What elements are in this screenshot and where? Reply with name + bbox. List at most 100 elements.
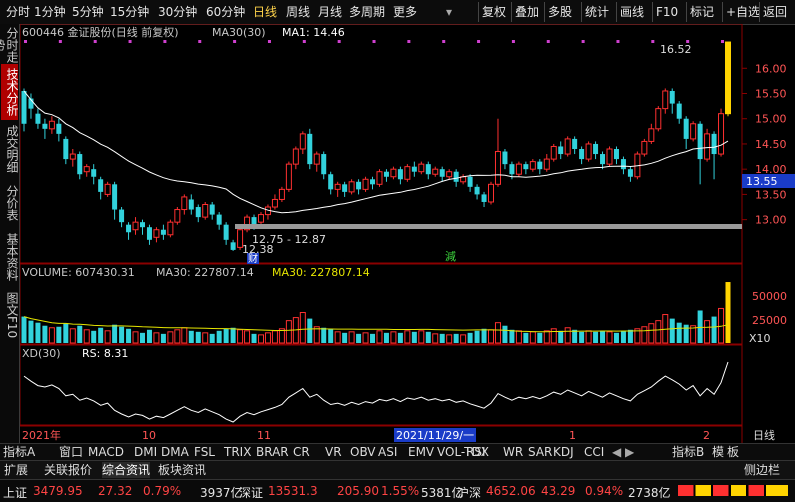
volume-bar: [98, 327, 104, 343]
indicator-sar[interactable]: SAR: [528, 445, 552, 460]
indicator-asi[interactable]: ASI: [378, 445, 397, 460]
f10-button[interactable]: F10: [656, 3, 678, 21]
volume-bar: [550, 328, 557, 344]
candle-body: [307, 133, 313, 165]
signal-dot: [511, 40, 515, 43]
tab-15min[interactable]: 15分钟: [110, 3, 149, 21]
indicator-cr[interactable]: CR: [293, 445, 310, 460]
tab-daily[interactable]: 日线: [253, 3, 277, 21]
mark-button[interactable]: 标记: [690, 3, 714, 21]
indicator-rsi[interactable]: RSI: [466, 445, 486, 460]
tab-monthly[interactable]: 月线: [318, 3, 342, 21]
indicator-a-button[interactable]: 指标A: [3, 445, 35, 460]
volume-bar: [132, 331, 139, 344]
volume-bar: [488, 329, 495, 344]
x-period[interactable]: 日线: [753, 428, 775, 442]
board-button[interactable]: 板: [727, 445, 739, 460]
toolbar-separator: [652, 2, 653, 22]
draw-line-button[interactable]: 画线: [620, 3, 644, 21]
hs-amount: 2738亿: [628, 486, 671, 500]
volume-bar: [725, 282, 731, 343]
candle-body: [537, 161, 543, 170]
indicator-dmi[interactable]: DMI: [134, 445, 157, 460]
volume-bar: [676, 322, 682, 343]
tab-more[interactable]: 更多: [393, 3, 417, 21]
volume-bar: [362, 332, 369, 344]
indicator-fsl[interactable]: FSL: [194, 445, 215, 460]
sidebar-toggle[interactable]: 侧边栏: [744, 462, 780, 478]
candle-body: [119, 209, 125, 223]
indicator-emv[interactable]: EMV: [408, 445, 434, 460]
volume-bar: [509, 329, 515, 343]
statistics-button[interactable]: 统计: [585, 3, 609, 21]
volume-bar: [537, 332, 543, 343]
candle-body: [313, 153, 320, 165]
tab-5min[interactable]: 5分钟: [72, 3, 104, 21]
indicator-b-button[interactable]: 指标B: [672, 445, 704, 460]
candle-body: [432, 168, 439, 175]
vtab-trades[interactable]: 成交明细: [1, 122, 19, 176]
candle-body: [42, 123, 48, 129]
tab-news[interactable]: 综合资讯: [102, 462, 151, 478]
candle-body: [543, 158, 550, 170]
volume-bar: [523, 332, 529, 343]
indicator-trix[interactable]: TRIX: [224, 445, 251, 460]
candle-body: [112, 184, 118, 210]
tab-sector-news[interactable]: 板块资讯: [158, 462, 206, 478]
indicator-obv[interactable]: OBV: [350, 445, 376, 460]
indicator-cci[interactable]: CCI: [584, 445, 604, 460]
multi-stock-button[interactable]: 多股: [548, 3, 572, 21]
indicator-wr[interactable]: WR: [503, 445, 523, 460]
model-button[interactable]: 模: [712, 445, 724, 460]
stock-chart[interactable]: 600446 金证股份(日线 前复权) MA30(30) MA1: 14.46 …: [20, 24, 795, 443]
tab-related-quotes[interactable]: 关联报价: [44, 462, 92, 478]
back-button[interactable]: 返回: [763, 3, 787, 21]
volume-bar: [237, 329, 244, 344]
tab-weekly[interactable]: 周线: [286, 3, 310, 21]
tab-fenshi[interactable]: 分时: [6, 3, 30, 21]
vtab-technical[interactable]: 技术分析: [1, 64, 19, 120]
tab-60min[interactable]: 60分钟: [206, 3, 245, 21]
vtab-fenshi[interactable]: 分时走势: [0, 26, 19, 63]
tab-expand[interactable]: 扩展: [4, 462, 28, 478]
volume-bar: [257, 334, 264, 344]
tab-multi-period[interactable]: 多周期: [349, 3, 385, 21]
volume-bar: [655, 320, 662, 344]
volume-bar: [585, 330, 592, 344]
volume-bar: [572, 329, 578, 343]
signal-dot: [477, 40, 481, 43]
cai-marker[interactable]: 财: [248, 252, 258, 265]
tab-30min[interactable]: 30分钟: [158, 3, 197, 21]
volume-bar: [244, 330, 251, 344]
vtab-f10[interactable]: 图文F10: [1, 286, 19, 344]
tab-1min[interactable]: 1分钟: [34, 3, 66, 21]
volume-bar: [613, 332, 619, 343]
price-band: [235, 224, 742, 229]
volume-bar: [126, 328, 132, 343]
vtab-price-table[interactable]: 分价表: [1, 178, 19, 227]
indicator-vr[interactable]: VR: [325, 445, 342, 460]
candle-body: [328, 174, 334, 190]
volume-bar: [704, 320, 711, 344]
volume-bar: [28, 320, 34, 343]
indicator-brar[interactable]: BRAR: [256, 445, 289, 460]
overlay-button[interactable]: 叠加: [515, 3, 539, 21]
indicator-kdj[interactable]: KDJ: [553, 445, 574, 460]
fuquan-button[interactable]: 复权: [482, 3, 506, 21]
candle-body: [35, 113, 41, 124]
sz-pct: 1.55%: [381, 484, 420, 498]
jian-marker[interactable]: 減: [445, 249, 456, 263]
candle-body: [292, 148, 299, 165]
indicator-macd[interactable]: MACD: [88, 445, 124, 460]
toolbar-separator: [478, 2, 479, 22]
indicator-scroll-icon[interactable]: ◀ ▶: [612, 445, 634, 460]
indicator-dma[interactable]: DMA: [161, 445, 189, 460]
vtab-basic-info[interactable]: 基本资料: [1, 229, 19, 284]
more-dropdown-icon[interactable]: ▾: [446, 3, 452, 21]
volume-bar: [83, 329, 90, 344]
add-watchlist-button[interactable]: +自选: [726, 3, 760, 21]
indicator--[interactable]: 窗口: [59, 445, 83, 460]
candle-body: [627, 169, 633, 177]
volume-bar: [418, 330, 425, 344]
candle-body: [334, 183, 341, 190]
